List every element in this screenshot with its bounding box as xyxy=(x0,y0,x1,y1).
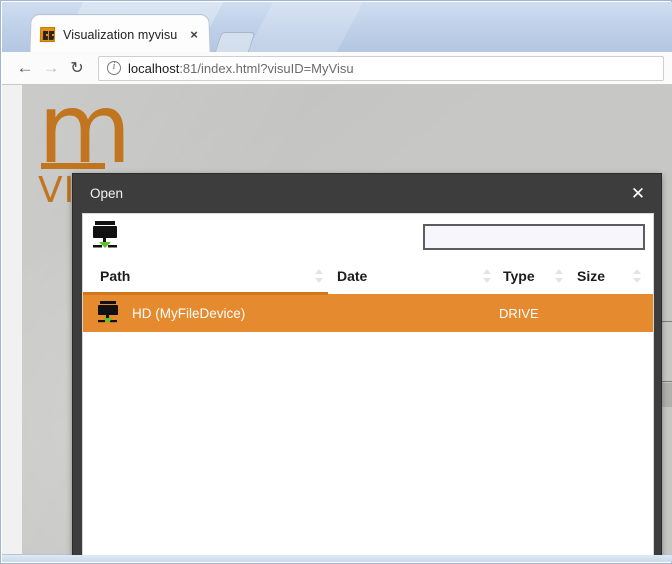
sort-icon-date[interactable] xyxy=(482,268,493,284)
network-drive-icon xyxy=(97,301,123,325)
browser-toolbar: ← → ↻ localhost:81/index.html?visuID=MyV… xyxy=(2,52,672,85)
reload-icon[interactable]: ↻ xyxy=(64,55,90,81)
sort-icon-type[interactable] xyxy=(554,268,565,284)
forward-icon[interactable]: → xyxy=(38,55,64,81)
column-label-date: Date xyxy=(337,268,368,284)
network-drive-icon[interactable] xyxy=(92,220,122,252)
browser-tab-strip: Visualization myvisu × xyxy=(2,2,672,52)
filter-input[interactable] xyxy=(422,223,646,251)
br-logo-icon xyxy=(39,27,56,43)
row-cell-path: HD (MyFileDevice) xyxy=(83,294,331,332)
dialog-body: Path Date Type Size HD (MyFileDevice) DR… xyxy=(82,213,654,555)
tab-close-icon[interactable]: × xyxy=(185,26,204,44)
address-bar-url: localhost:81/index.html?visuID=MyVisu xyxy=(128,61,354,76)
sort-icon-size[interactable] xyxy=(632,268,643,284)
back-icon[interactable]: ← xyxy=(12,55,38,81)
new-tab-button[interactable] xyxy=(214,32,256,52)
open-file-dialog: Open ✕ Path Date Type Size HD (MyFileDev… xyxy=(72,173,662,555)
column-label-path: Path xyxy=(100,268,131,284)
column-header-path[interactable]: Path xyxy=(83,259,331,294)
address-bar[interactable]: localhost:81/index.html?visuID=MyVisu xyxy=(98,55,664,81)
column-header-row: Path Date Type Size xyxy=(83,259,653,294)
dialog-header: Open ✕ xyxy=(73,174,663,213)
page-viewport: m VIE Open ✕ Path Date Type Size HD (MyF… xyxy=(2,85,672,555)
address-bar-path: :81/index.html?visuID=MyVisu xyxy=(179,60,354,76)
sort-icon-path[interactable] xyxy=(314,268,325,284)
window-bottom-edge xyxy=(2,554,672,562)
column-header-type[interactable]: Type xyxy=(499,259,571,294)
browser-tab-title: Visualization myvisu xyxy=(62,27,178,42)
page-info-icon[interactable] xyxy=(107,61,121,75)
logo-mark: m xyxy=(38,85,132,185)
row-label-path: HD (MyFileDevice) xyxy=(132,305,246,321)
column-label-type: Type xyxy=(503,268,535,284)
column-header-date[interactable]: Date xyxy=(331,259,499,294)
browser-window: Visualization myvisu × ← → ↻ localhost:8… xyxy=(0,0,672,564)
page-left-gutter xyxy=(2,85,22,555)
browser-tab-active[interactable]: Visualization myvisu × xyxy=(29,14,211,52)
file-list: HD (MyFileDevice) DRIVE xyxy=(83,292,653,555)
dialog-title: Open xyxy=(90,186,124,201)
address-bar-host: localhost xyxy=(128,60,180,76)
close-icon[interactable]: ✕ xyxy=(627,183,649,205)
table-row[interactable]: HD (MyFileDevice) DRIVE xyxy=(83,292,653,332)
column-label-size: Size xyxy=(577,268,606,284)
dialog-toolbar xyxy=(83,214,653,259)
row-cell-type: DRIVE xyxy=(499,305,539,321)
column-header-size[interactable]: Size xyxy=(571,259,649,294)
